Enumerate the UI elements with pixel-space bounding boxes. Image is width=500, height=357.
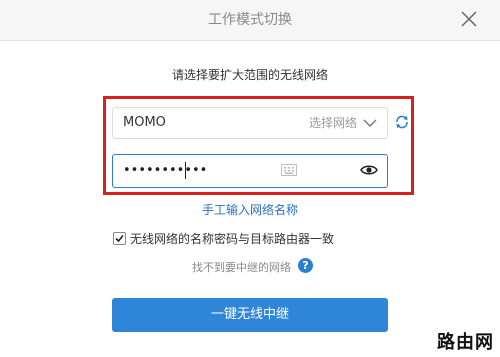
chevron-down-icon[interactable] — [363, 117, 377, 129]
work-mode-dialog: 工作模式切换 请选择要扩大范围的无线网络 MOMO 选择网络 •••••••••… — [0, 0, 500, 357]
watermark-logo: 路由网 — [437, 332, 494, 353]
ssid-value: MOMO — [123, 115, 166, 130]
text-caret — [185, 162, 186, 179]
close-icon[interactable] — [458, 8, 480, 30]
dialog-title: 工作模式切换 — [208, 12, 292, 28]
cannot-find-network-link[interactable]: 找不到要中继的网络 — [192, 259, 291, 275]
refresh-icon[interactable] — [394, 114, 410, 130]
password-value: ••••••••••• — [123, 163, 208, 178]
keyboard-icon[interactable] — [281, 164, 297, 176]
password-input[interactable]: ••••••••••• — [112, 154, 388, 188]
help-icon[interactable]: ? — [298, 258, 313, 273]
one-click-repeater-button[interactable]: 一键无线中继 — [112, 298, 388, 332]
eye-icon[interactable] — [360, 163, 378, 177]
dialog-header: 工作模式切换 — [0, 0, 500, 41]
network-select[interactable]: MOMO 选择网络 — [112, 107, 388, 139]
same-credentials-label[interactable]: 无线网络的名称密码与目标路由器一致 — [130, 230, 334, 247]
manual-network-name-link[interactable]: 手工输入网络名称 — [0, 201, 500, 218]
checkmark-icon — [115, 234, 124, 243]
select-network-label[interactable]: 选择网络 — [309, 108, 357, 138]
same-credentials-checkbox[interactable] — [113, 232, 126, 245]
instruction-text: 请选择要扩大范围的无线网络 — [171, 68, 328, 82]
